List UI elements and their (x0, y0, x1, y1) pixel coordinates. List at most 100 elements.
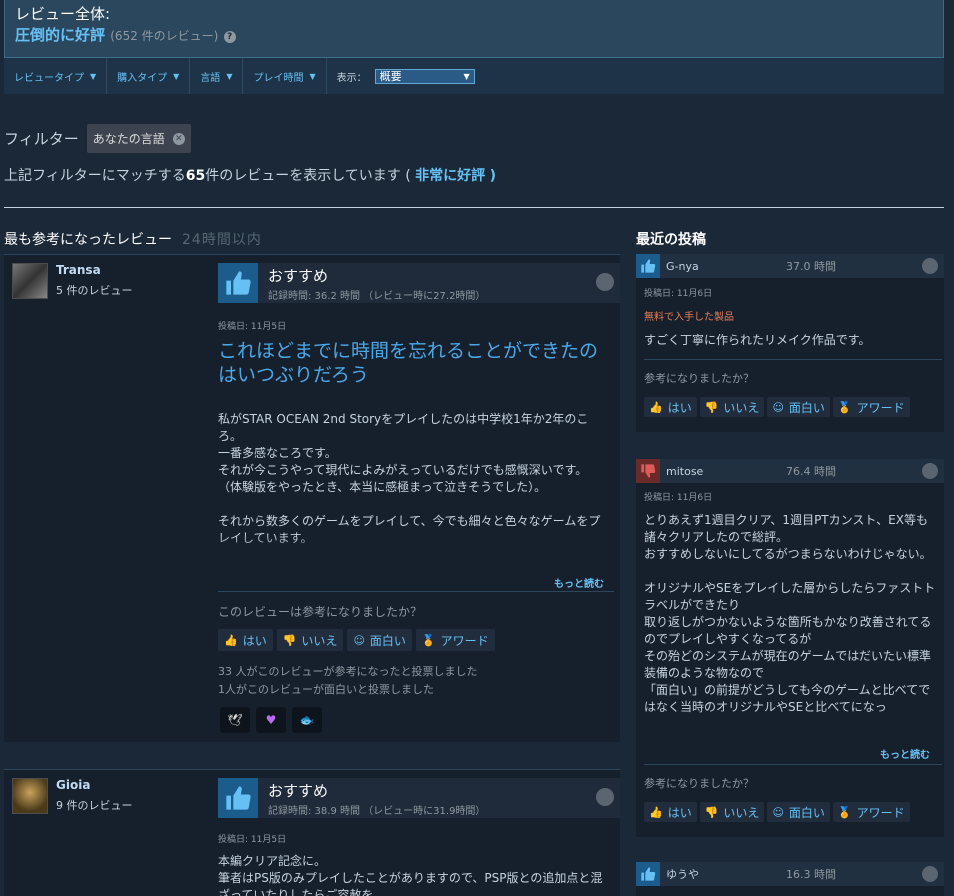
post-date: 投稿日: 11月5日 (218, 835, 287, 845)
filter-purchase-type-label: 購入タイプ (117, 72, 168, 84)
review-body-line (218, 496, 610, 513)
summary-label: レビュー全体: (15, 5, 111, 23)
smile-icon: ☺ (353, 633, 365, 647)
recent-review-body: すごく丁寧に作られたリメイク作品です。 (644, 332, 936, 349)
avatar[interactable] (12, 263, 48, 299)
review-body-line (644, 563, 936, 580)
reviewer[interactable]: Transa 5 件のレビュー (12, 263, 133, 299)
review-body-line: （体験版をやったとき、本当に感極まって泣きそうでした）。 (218, 480, 547, 494)
filter-chip-label: あなたの言語 (92, 132, 165, 146)
recent-reviewer-name[interactable]: ゆうや (666, 866, 786, 882)
chevron-down-icon: ▼ (309, 71, 316, 81)
smile-icon: ☺ (772, 805, 784, 819)
filter-language-label: 言語 (200, 72, 221, 84)
review-body-line: それが今こうやって現代によみがえっているだけでも感慨深いです。 (218, 463, 588, 477)
thumbs-down-icon: 👎 (704, 400, 719, 414)
filter-playtime-label: プレイ時間 (253, 72, 304, 84)
summary-count: (652 件のレビュー) (110, 29, 219, 43)
vote-yes-button[interactable]: 👍 はい (218, 629, 273, 651)
free-product-label: 無料で入手した製品 (644, 312, 734, 323)
award-heart-icon[interactable]: ♥ (256, 707, 286, 733)
close-icon[interactable]: ✕ (172, 132, 185, 145)
recent-review-card: ゆうや 16.3 時間 (636, 862, 944, 896)
award-fish-icon[interactable]: 🐟 (292, 707, 322, 733)
post-date: 投稿日: 11月6日 (644, 493, 713, 503)
vote-no-button[interactable]: 👎 いいえ (699, 802, 765, 822)
thumbs-down-icon: 👎 (704, 805, 719, 819)
vote-funny-label: 面白い (788, 805, 825, 820)
reviewer-name[interactable]: Gioia (56, 778, 133, 792)
vote-header[interactable]: おすすめ 記録時間: 36.2 時間 （レビュー時に27.2時間） (218, 263, 620, 303)
steam-icon (596, 273, 614, 291)
reviewer-review-count[interactable]: 5 件のレビュー (56, 282, 133, 298)
reviewer-review-count[interactable]: 9 件のレビュー (56, 797, 133, 813)
recommendation-verdict: おすすめ (268, 266, 329, 285)
summary-rating[interactable]: 圧倒的に好評 (652 件のレビュー) ? (15, 24, 933, 47)
recent-review-body: とりあえず1週目クリア、1週目PTカンスト、EX等も諸々クリアしたので総評。 お… (644, 512, 936, 733)
post-date: 投稿日: 11月6日 (644, 289, 713, 299)
vote-funny-label: 面白い (369, 633, 406, 648)
vote-no-button[interactable]: 👎 いいえ (699, 397, 765, 417)
steam-icon (596, 788, 614, 806)
recent-review-header[interactable]: mitose 76.4 時間 (636, 459, 944, 483)
award-button[interactable]: 🏅 アワード (832, 802, 910, 822)
read-more-link[interactable]: もっと読む (880, 746, 930, 761)
vote-yes-label: はい (242, 633, 267, 648)
vote-funny-button[interactable]: ☺ 面白い (767, 802, 830, 822)
review-card: Gioia 9 件のレビュー おすすめ 記録時間: 38.9 時間 （レビュー時… (4, 769, 620, 896)
award-icon: 🏅 (837, 805, 852, 819)
reviewer-name[interactable]: Transa (56, 263, 133, 277)
vote-buttons: 👍 はい 👎 いいえ ☺ 面白い 🏅 アワード (644, 397, 910, 417)
review-body-line: すごく丁寧に作られたリメイク作品です。 (644, 333, 871, 347)
read-more-link[interactable]: もっと読む (554, 575, 604, 590)
card-separator (644, 359, 942, 360)
vote-yes-label: はい (667, 805, 692, 820)
review-body-line: おすすめしないにしてるがつまらないわけじゃない。 (644, 547, 932, 561)
card-separator (218, 591, 614, 592)
avatar[interactable] (12, 778, 48, 814)
filter-purchase-type[interactable]: 購入タイプ ▼ (107, 58, 191, 94)
award-button[interactable]: 🏅 アワード (832, 397, 910, 417)
display-select[interactable]: 概要 ▼ (374, 68, 475, 84)
recent-reviewer-name[interactable]: mitose (666, 465, 786, 478)
vote-yes-button[interactable]: 👍 はい (644, 397, 697, 417)
vote-yes-label: はい (667, 400, 692, 415)
recent-review-header[interactable]: G-nya 37.0 時間 (636, 254, 944, 278)
thumbs-up-icon (636, 862, 660, 886)
vote-funny-button[interactable]: ☺ 面白い (767, 397, 830, 417)
recent-reviewer-name[interactable]: G-nya (666, 260, 786, 273)
vote-tally: 33 人がこのレビューが参考になったと投票しました 1人がこのレビューが面白いと… (218, 663, 478, 699)
most-helpful-heading: 最も参考になったレビュー 24時間以内 (4, 229, 262, 249)
vote-buttons: 👍 はい 👎 いいえ ☺ 面白い 🏅 アワード (218, 629, 495, 651)
filter-playtime[interactable]: プレイ時間 ▼ (243, 58, 327, 94)
vote-funny-button[interactable]: ☺ 面白い (347, 629, 412, 651)
award-button[interactable]: 🏅 アワード (415, 629, 495, 651)
match-rating[interactable]: 非常に好評 (415, 168, 485, 184)
vote-no-label: いいえ (723, 805, 760, 820)
filter-language[interactable]: 言語 ▼ (190, 58, 244, 94)
filter-chip-language[interactable]: あなたの言語 ✕ (86, 124, 191, 153)
reviewer[interactable]: Gioia 9 件のレビュー (12, 778, 133, 814)
vote-yes-button[interactable]: 👍 はい (644, 802, 697, 822)
vote-header[interactable]: おすすめ 記録時間: 38.9 時間 （レビュー時に31.9時間） (218, 778, 620, 818)
award-wings-icon[interactable]: 🕊 (220, 707, 250, 733)
playtime: 記録時間: 38.9 時間 （レビュー時に31.9時間） (268, 805, 486, 817)
text-fade (218, 535, 618, 563)
match-middle: 件のレビューを表示しています ( (205, 168, 411, 184)
helpful-question: 参考になりましたか？ (644, 372, 754, 385)
chevron-down-icon: ▼ (226, 71, 233, 81)
recent-playtime: 16.3 時間 (786, 868, 836, 881)
match-count: 65 (185, 168, 206, 184)
thumbs-up-icon (218, 263, 258, 303)
review-body-line: とりあえず1週目クリア、1週目PTカンスト、EX等も諸々クリアしたので総評。 (644, 513, 928, 544)
help-icon[interactable]: ? (223, 31, 236, 43)
recent-review-header[interactable]: ゆうや 16.3 時間 (636, 862, 944, 886)
thumbs-down-icon: 👎 (282, 633, 297, 647)
review-body-line: 筆者はPS版のみプレイしたことがありますので、PSP版との追加点と混ざっていたり… (218, 871, 603, 896)
chevron-down-icon: ▼ (90, 71, 97, 81)
review-body-line: 本編クリア記念に。 (218, 854, 327, 868)
vote-no-button[interactable]: 👎 いいえ (276, 629, 344, 651)
funny-tally: 1人がこのレビューが面白いと投票しました (218, 683, 434, 696)
filter-review-type[interactable]: レビュータイプ ▼ (4, 58, 108, 94)
match-prefix: 上記フィルターにマッチする (4, 168, 186, 184)
